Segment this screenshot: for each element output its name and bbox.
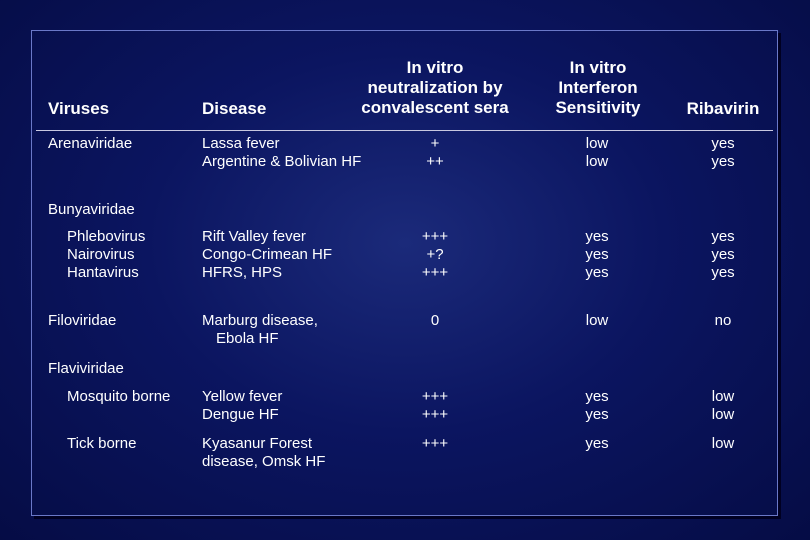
header-disease: Disease: [202, 99, 267, 118]
row-filoviridae-neut: 0: [430, 312, 440, 329]
header-rule: [36, 130, 773, 131]
row-mosquito-disease: Yellow fever Dengue HF: [202, 388, 283, 423]
header-interferon: In vitro Interferon Sensitivity: [555, 58, 641, 117]
row-arenaviridae-riba: yes yes: [711, 135, 735, 170]
row-filoviridae-ifn: low: [585, 312, 609, 329]
row-arenaviridae-disease: Lassa fever Argentine & Bolivian HF: [202, 135, 362, 170]
header-viruses: Viruses: [48, 99, 110, 118]
row-bunyaviridae-disease: Rift Valley fever Congo-Crimean HF HFRS,…: [202, 228, 333, 281]
row-bunyaviridae-ifn: yes yes yes: [585, 228, 609, 281]
row-bunyaviridae-virus: Phlebovirus Nairovirus Hantavirus: [67, 228, 146, 281]
row-tick-riba: low: [711, 435, 735, 452]
row-filoviridae-riba: no: [714, 312, 732, 329]
row-mosquito-neut: +++ +++: [421, 388, 449, 423]
row-arenaviridae-virus: Arenaviridae: [48, 135, 133, 152]
row-mosquito-virus: Mosquito borne: [67, 388, 171, 405]
row-mosquito-riba: low low: [711, 388, 735, 423]
row-bunyaviridae-riba: yes yes yes: [711, 228, 735, 281]
row-filoviridae-virus: Filoviridae: [48, 312, 117, 329]
row-arenaviridae-ifn: low low: [585, 135, 609, 170]
row-filoviridae-disease: Marburg disease, Ebola HF: [202, 312, 318, 347]
row-tick-disease: Kyasanur Forest disease, Omsk HF: [202, 435, 326, 470]
section-flaviviridae: Flaviviridae: [48, 360, 124, 377]
section-bunyaviridae: Bunyaviridae: [48, 201, 135, 218]
row-bunyaviridae-neut: +++ +? +++: [421, 228, 449, 281]
row-arenaviridae-neut: + ++: [426, 135, 444, 170]
row-tick-ifn: yes: [585, 435, 609, 452]
header-ribavirin: Ribavirin: [686, 99, 760, 118]
header-neutralization: In vitro neutralization by convalescent …: [361, 58, 509, 117]
row-tick-neut: +++: [421, 435, 449, 452]
row-tick-virus: Tick borne: [67, 435, 137, 452]
row-mosquito-ifn: yes yes: [585, 388, 609, 423]
